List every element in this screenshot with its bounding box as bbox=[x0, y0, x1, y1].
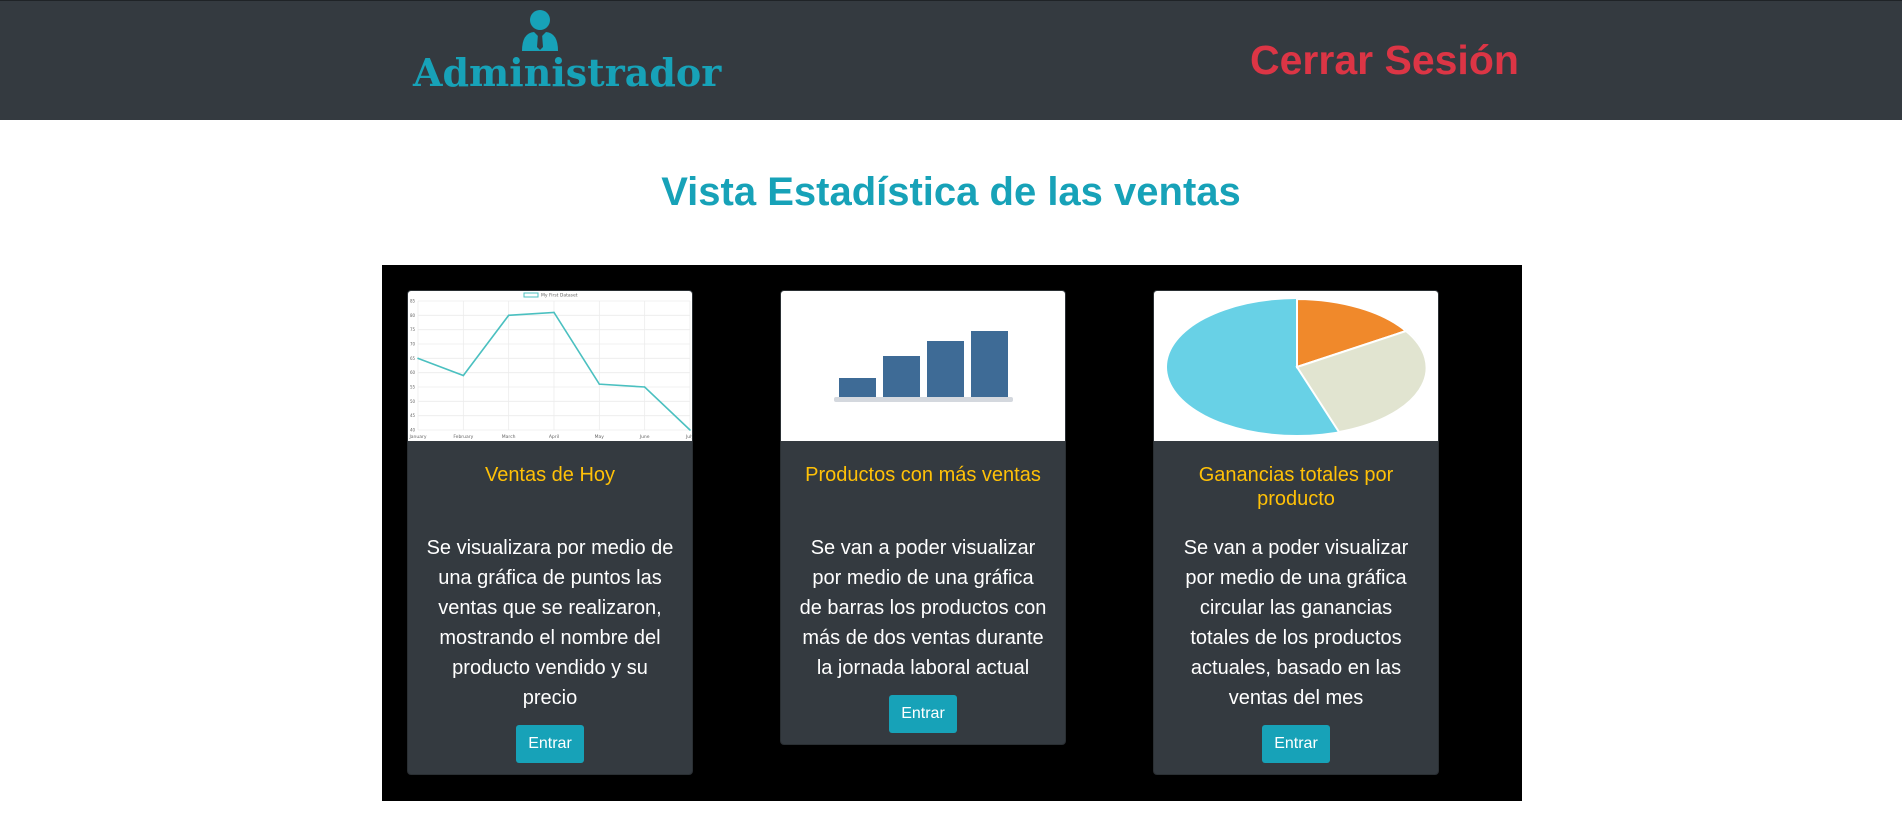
card-top-products: Productos con más ventas Se van a poder … bbox=[780, 290, 1066, 745]
enter-button[interactable]: Entrar bbox=[889, 695, 957, 733]
x-tick-label: April bbox=[549, 434, 559, 440]
y-tick-label: 65 bbox=[410, 356, 416, 361]
card-text: Se van a poder visualizar por medio de u… bbox=[1183, 537, 1409, 709]
card-title: Productos con más ventas bbox=[805, 464, 1041, 486]
legend-swatch bbox=[523, 292, 539, 298]
enter-button[interactable]: Entrar bbox=[516, 725, 584, 763]
y-tick-label: 60 bbox=[410, 370, 416, 375]
card-text: Se van a poder visualizar por medio de u… bbox=[799, 537, 1047, 679]
data-point bbox=[689, 429, 691, 431]
x-tick-label: January bbox=[408, 434, 426, 440]
bar-chart-icon bbox=[781, 291, 1065, 441]
logout-link[interactable]: Cerrar Sesión bbox=[1250, 37, 1519, 84]
y-tick-label: 40 bbox=[410, 428, 416, 433]
y-tick-label: 45 bbox=[410, 413, 416, 418]
admin-profile: Administrador bbox=[413, 9, 722, 95]
cards-panel: 40 45 50 55 60 65 70 75 80 85 January February March… bbox=[382, 265, 1522, 801]
page-title: Vista Estadística de las ventas bbox=[661, 170, 1241, 214]
y-tick-label: 50 bbox=[410, 399, 416, 404]
y-tick-label: 85 bbox=[410, 299, 416, 304]
y-tick-label: 55 bbox=[410, 385, 416, 390]
x-tick-label: March bbox=[502, 434, 516, 440]
data-point bbox=[417, 357, 419, 360]
y-tick-label: 70 bbox=[410, 342, 416, 347]
x-tick-label: May bbox=[595, 434, 605, 440]
x-tick-label: June bbox=[639, 434, 650, 440]
data-point bbox=[462, 374, 465, 377]
card-profits: Ganancias totales por producto Se van a … bbox=[1153, 290, 1439, 775]
data-point bbox=[598, 383, 601, 385]
x-tick-label: July bbox=[685, 434, 693, 440]
pie-chart-icon bbox=[1154, 291, 1438, 441]
admin-label: Administrador bbox=[413, 50, 722, 95]
card-text: Se visualizara por medio de una gráfica … bbox=[426, 537, 674, 709]
card-title: Ganancias totales por producto bbox=[1198, 464, 1394, 510]
navbar: Administrador Cerrar Sesión bbox=[0, 0, 1902, 120]
data-point bbox=[643, 386, 646, 388]
line-chart-thumbnail: 40 45 50 55 60 65 70 75 80 85 January February March… bbox=[408, 291, 693, 441]
y-tick-label: 75 bbox=[410, 327, 416, 332]
data-point bbox=[553, 311, 555, 314]
y-tick-label: 80 bbox=[410, 313, 416, 318]
data-point bbox=[507, 314, 510, 317]
card-sales-today: 40 45 50 55 60 65 70 75 80 85 January February March… bbox=[407, 290, 693, 775]
user-tie-icon bbox=[522, 10, 558, 51]
card-title: Ventas de Hoy bbox=[484, 464, 616, 486]
legend-label: My First Dataset bbox=[541, 293, 578, 299]
enter-button[interactable]: Entrar bbox=[1262, 725, 1330, 763]
x-tick-label: February bbox=[453, 434, 473, 440]
